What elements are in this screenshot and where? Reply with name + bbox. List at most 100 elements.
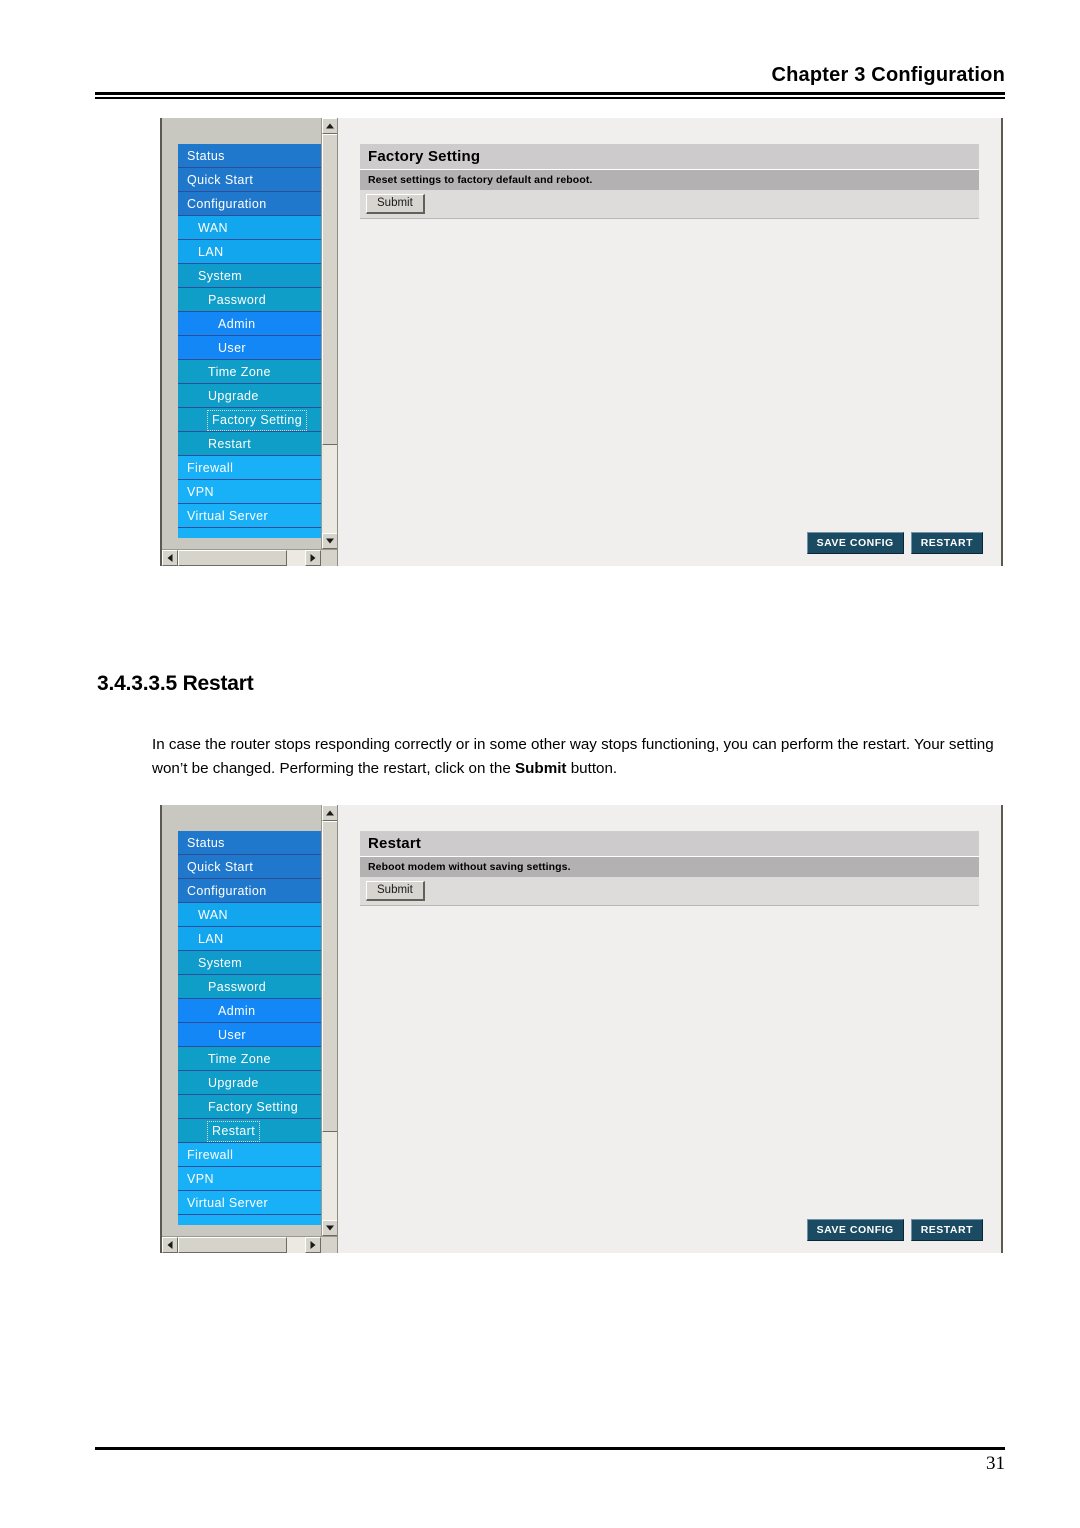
scroll-left-button[interactable]	[162, 550, 178, 566]
nav-item-configuration[interactable]: Configuration	[178, 879, 321, 903]
scroll-right-button[interactable]	[305, 550, 321, 566]
nav-item-lan[interactable]: LAN	[178, 240, 321, 264]
vertical-scrollbar[interactable]	[321, 118, 338, 549]
save-config-button[interactable]: SAVE CONFIG	[806, 1219, 904, 1241]
caret-down-icon	[326, 1225, 334, 1231]
horizontal-scrollbar[interactable]	[162, 549, 337, 566]
nav-item-user[interactable]: User	[178, 336, 321, 360]
scroll-right-button[interactable]	[305, 1237, 321, 1253]
nav-item-time-zone[interactable]: Time Zone	[178, 360, 321, 384]
caret-right-icon	[310, 1241, 316, 1249]
nav-item-label: Status	[187, 149, 225, 163]
nav-item-factory-setting[interactable]: Factory Setting	[178, 1095, 321, 1119]
horizontal-scroll-thumb[interactable]	[178, 550, 288, 566]
nav-item-vpn[interactable]: VPN	[178, 1167, 321, 1191]
nav-item-admin[interactable]: Admin	[178, 312, 321, 336]
vertical-scroll-thumb[interactable]	[322, 134, 338, 446]
horizontal-scroll-track[interactable]	[178, 550, 305, 566]
footer-rule	[95, 1447, 1005, 1450]
section-paragraph: In case the router stops responding corr…	[152, 733, 1004, 781]
horizontal-scroll-track[interactable]	[178, 1237, 305, 1253]
nav-item-label: VPN	[187, 1172, 214, 1186]
nav-item-label: Firewall	[187, 1148, 234, 1162]
nav-item-label: Upgrade	[208, 1076, 259, 1090]
nav-item-firewall[interactable]: Firewall	[178, 456, 321, 480]
caret-down-icon	[326, 538, 334, 544]
nav-item-status[interactable]: Status	[178, 831, 321, 855]
factory-setting-panel: Factory Setting Reset settings to factor…	[360, 144, 979, 219]
router-content-pane: Restart Reboot modem without saving sett…	[337, 805, 1001, 1253]
nav-scroll-area: Status Quick Start Configuration WAN LAN Syst…	[162, 805, 321, 1236]
nav-item-configuration[interactable]: Configuration	[178, 192, 321, 216]
restart-button[interactable]: RESTART	[910, 532, 983, 554]
nav-item-password[interactable]: Password	[178, 288, 321, 312]
nav-item-virtual-server[interactable]: Virtual Server	[178, 504, 321, 528]
nav-item-vpn[interactable]: VPN	[178, 480, 321, 504]
nav-item-label: System	[198, 269, 243, 283]
panel-action-row: Submit	[360, 877, 979, 906]
panel-description: Reset settings to factory default and re…	[360, 170, 979, 190]
nav-item-restart[interactable]: Restart	[178, 432, 321, 456]
nav-item-label: Firewall	[187, 461, 234, 475]
submit-button[interactable]: Submit	[366, 194, 425, 214]
nav-item-time-zone[interactable]: Time Zone	[178, 1047, 321, 1071]
nav-item-quick-start[interactable]: Quick Start	[178, 855, 321, 879]
nav-item-user[interactable]: User	[178, 1023, 321, 1047]
restart-button[interactable]: RESTART	[910, 1219, 983, 1241]
nav-item-system[interactable]: System	[178, 951, 321, 975]
nav-item-lan[interactable]: LAN	[178, 927, 321, 951]
header-rule-thin	[95, 97, 1005, 99]
save-config-button[interactable]: SAVE CONFIG	[806, 532, 904, 554]
vertical-scroll-thumb[interactable]	[322, 821, 338, 1133]
section-heading: 3.4.3.3.5 Restart	[97, 672, 254, 695]
scroll-up-button[interactable]	[322, 118, 338, 134]
footer-action-buttons: SAVE CONFIG RESTART	[806, 1219, 983, 1241]
nav-item-status[interactable]: Status	[178, 144, 321, 168]
vertical-scrollbar[interactable]	[321, 805, 338, 1236]
paragraph-text-tail: button.	[566, 760, 618, 777]
nav-item-label: Virtual Server	[187, 1196, 269, 1210]
nav-item-factory-setting[interactable]: Factory Setting	[178, 408, 321, 432]
scrollbar-corner	[321, 1237, 337, 1253]
nav-item-label: Status	[187, 836, 225, 850]
footer-action-buttons: SAVE CONFIG RESTART	[806, 532, 983, 554]
horizontal-scrollbar[interactable]	[162, 1236, 337, 1253]
nav-item-admin[interactable]: Admin	[178, 999, 321, 1023]
nav-item-label: Configuration	[187, 197, 267, 211]
vertical-scroll-track[interactable]	[322, 821, 338, 1220]
nav-item-wan[interactable]: WAN	[178, 216, 321, 240]
nav-item-label: System	[198, 956, 243, 970]
nav-item-label: Upgrade	[208, 389, 259, 403]
nav-item-upgrade[interactable]: Upgrade	[178, 384, 321, 408]
panel-title: Restart	[360, 831, 979, 857]
nav-item-virtual-server[interactable]: Virtual Server	[178, 1191, 321, 1215]
nav-item-label: VPN	[187, 485, 214, 499]
scroll-down-button[interactable]	[322, 533, 338, 549]
nav-item-wan[interactable]: WAN	[178, 903, 321, 927]
nav-item-quick-start[interactable]: Quick Start	[178, 168, 321, 192]
nav-item-password[interactable]: Password	[178, 975, 321, 999]
scrollbar-corner	[321, 550, 337, 566]
nav-item-restart[interactable]: Restart	[178, 1119, 321, 1143]
nav-item-partial[interactable]	[178, 528, 321, 538]
nav-item-label: Factory Setting	[206, 410, 308, 431]
nav-item-label: Quick Start	[187, 173, 254, 187]
nav-item-label: Configuration	[187, 884, 267, 898]
page-number: 31	[986, 1453, 1005, 1474]
nav-scroll-area: Status Quick Start Configuration WAN LAN Syst…	[162, 118, 321, 549]
nav-item-label: LAN	[198, 245, 224, 259]
router-nav-panel: Status Quick Start Configuration WAN LAN Syst…	[162, 805, 338, 1253]
nav-item-upgrade[interactable]: Upgrade	[178, 1071, 321, 1095]
scroll-down-button[interactable]	[322, 1220, 338, 1236]
vertical-scroll-track[interactable]	[322, 134, 338, 533]
nav-item-system[interactable]: System	[178, 264, 321, 288]
horizontal-scroll-thumb[interactable]	[178, 1237, 288, 1253]
factory-setting-screenshot: Status Quick Start Configuration WAN LAN Syst…	[160, 118, 1003, 566]
nav-item-partial[interactable]	[178, 1215, 321, 1225]
scroll-up-button[interactable]	[322, 805, 338, 821]
submit-button[interactable]: Submit	[366, 881, 425, 901]
scroll-left-button[interactable]	[162, 1237, 178, 1253]
nav-item-label: Time Zone	[208, 1052, 271, 1066]
caret-up-icon	[326, 810, 334, 816]
nav-item-firewall[interactable]: Firewall	[178, 1143, 321, 1167]
